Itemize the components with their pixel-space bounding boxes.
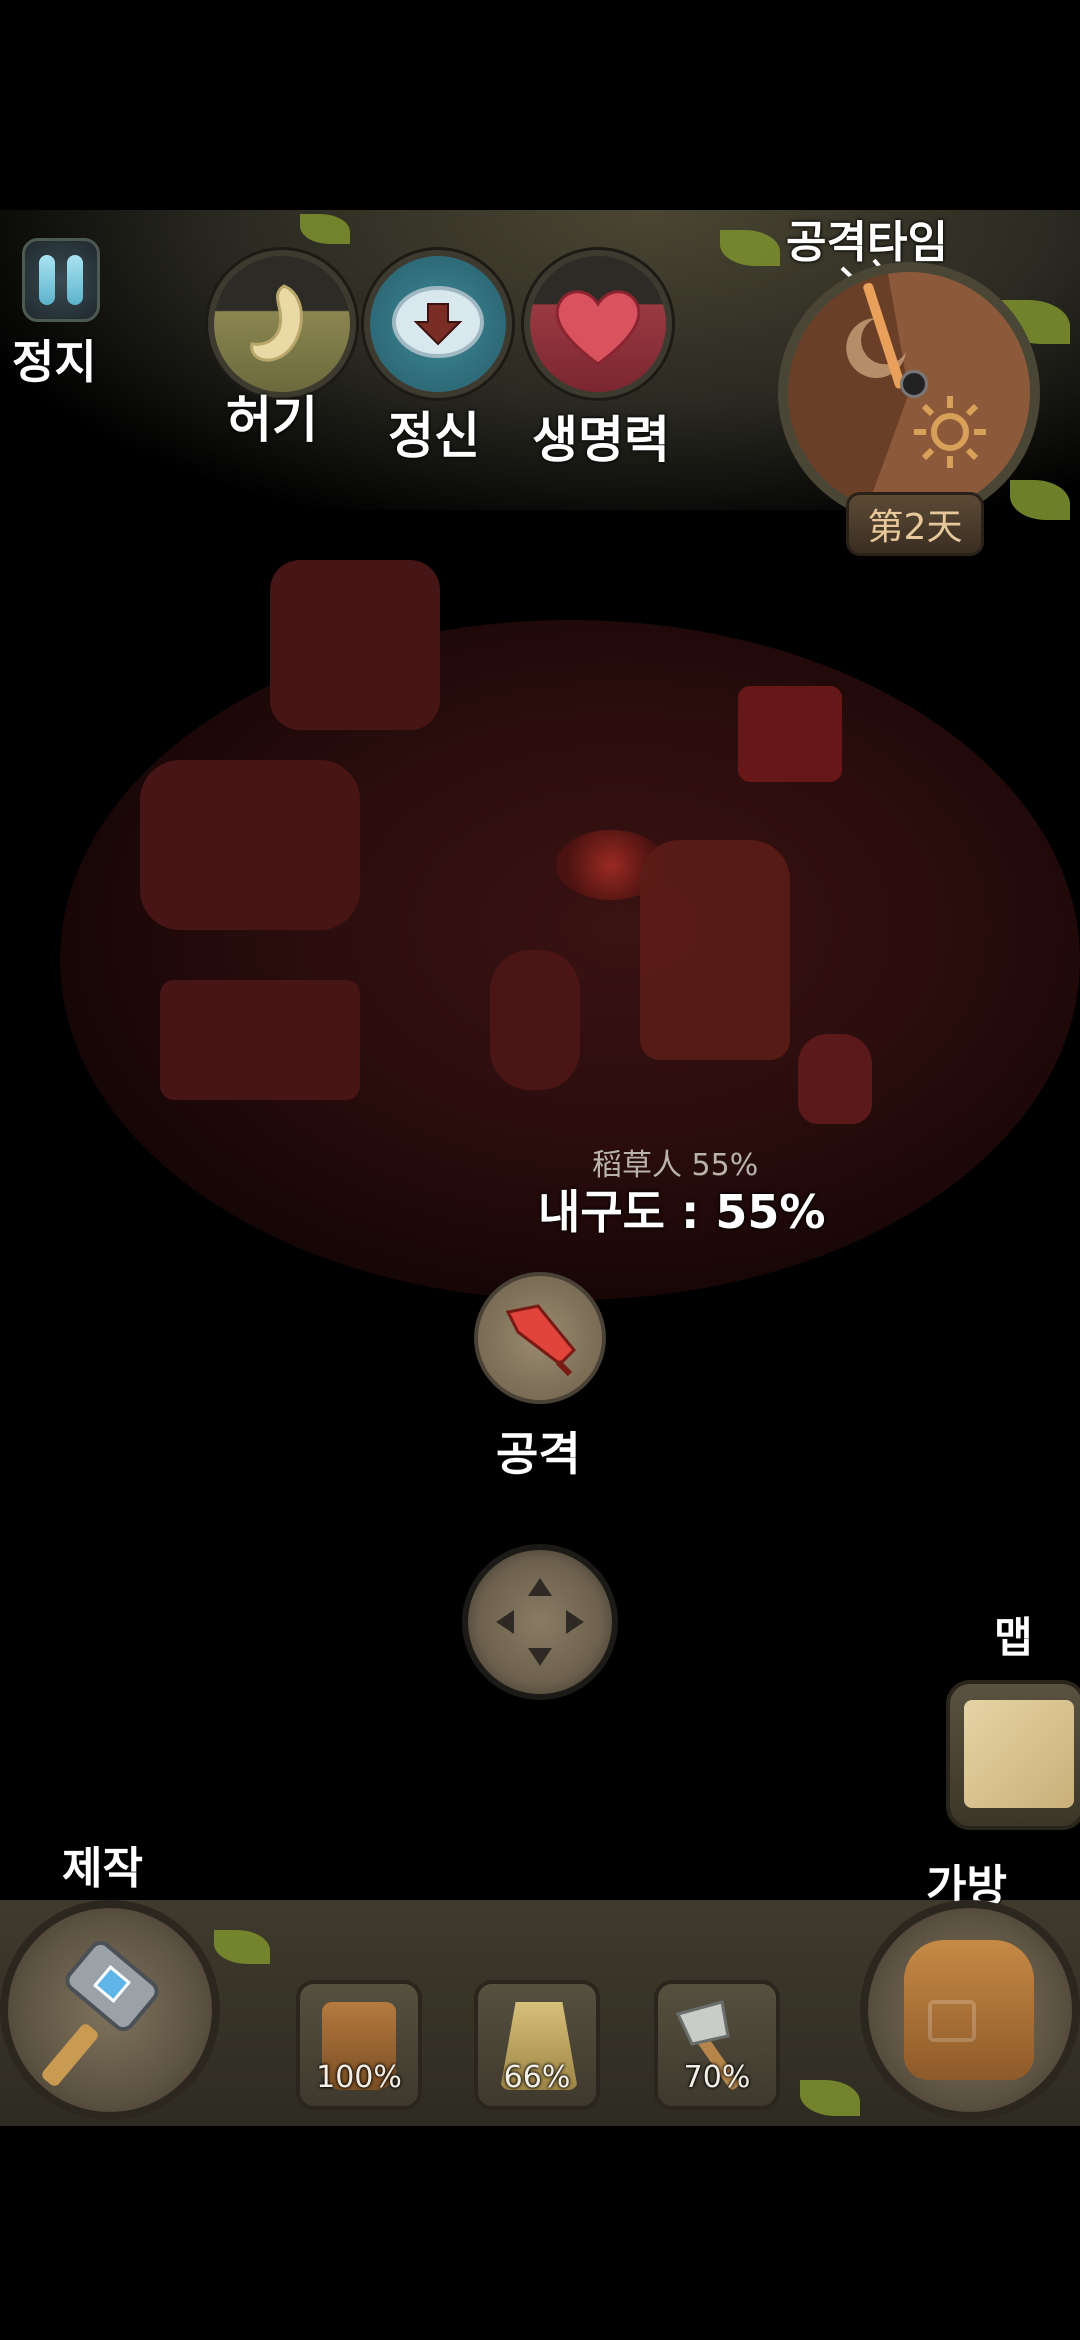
map-label: 맵 [994, 1613, 1033, 1662]
pause-button[interactable] [22, 238, 100, 322]
player-character [490, 950, 580, 1090]
science-machine[interactable] [140, 760, 360, 930]
health-label: 생명력 [532, 411, 670, 469]
slot-2-durability: 66% [503, 2060, 571, 2095]
clock-hub [900, 370, 928, 398]
slot-1-durability: 100% [316, 2060, 402, 2095]
backpack-icon [904, 1940, 1034, 2080]
heart-icon [555, 290, 641, 366]
slot-3-durability: 70% [683, 2060, 751, 2095]
brain-icon [392, 286, 484, 358]
day-counter: 第2天 [846, 492, 984, 556]
durability-label: 내구도 : 55% [538, 1185, 826, 1239]
stomach-icon [250, 284, 303, 362]
map-scroll-icon [964, 1700, 1074, 1808]
sword-icon [505, 1304, 577, 1377]
craft-button[interactable] [0, 1900, 220, 2120]
sun-icon [914, 396, 986, 468]
health-meter [524, 250, 672, 398]
movement-joystick[interactable] [462, 1544, 618, 1700]
crafting-station[interactable] [270, 560, 440, 730]
sanity-meter [364, 250, 512, 398]
sack-item[interactable] [798, 1034, 872, 1124]
pause-icon [67, 255, 83, 305]
treasure-chest[interactable] [738, 686, 842, 782]
hunger-meter [208, 250, 356, 398]
pause-icon [39, 255, 55, 305]
hunger-label: 허기 [226, 391, 318, 449]
scarecrow[interactable] [640, 840, 790, 1060]
attack-label: 공격 [496, 1427, 581, 1481]
sanity-label: 정신 [388, 407, 480, 465]
craft-label: 제작 [62, 1843, 143, 1894]
dpad-arrows-icon [496, 1578, 584, 1666]
attack-button[interactable] [474, 1272, 606, 1404]
storage-crate[interactable] [160, 980, 360, 1100]
pause-label: 정지 [12, 335, 97, 389]
hammer-icon [42, 1940, 159, 2086]
